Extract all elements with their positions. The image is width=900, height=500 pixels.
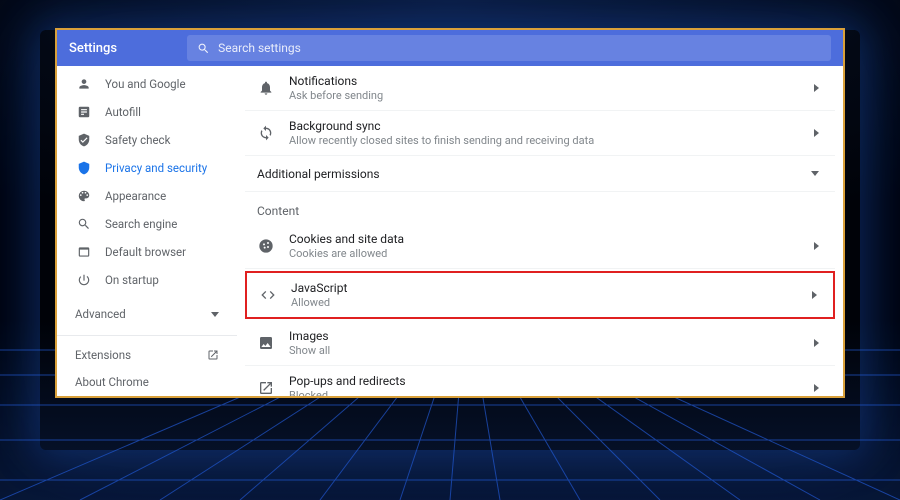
row-notifications[interactable]: Notifications Ask before sending xyxy=(245,66,835,111)
row-background-sync[interactable]: Background sync Allow recently closed si… xyxy=(245,111,835,156)
person-icon xyxy=(77,77,91,91)
browser-icon xyxy=(77,245,91,259)
external-link-icon xyxy=(207,349,219,361)
power-icon xyxy=(77,273,91,287)
chevron-right-icon xyxy=(812,291,817,299)
row-popups[interactable]: Pop-ups and redirects Blocked xyxy=(245,366,835,396)
chevron-right-icon xyxy=(814,384,819,392)
autofill-icon xyxy=(77,105,91,119)
code-icon xyxy=(259,286,277,304)
row-sub: Allowed xyxy=(291,296,798,309)
palette-icon xyxy=(77,189,91,203)
advanced-toggle[interactable]: Advanced xyxy=(57,300,237,329)
body: You and Google Autofill Safety check Pri… xyxy=(57,66,843,396)
row-text: Pop-ups and redirects Blocked xyxy=(289,374,800,396)
sidebar-item-label: Appearance xyxy=(105,189,166,203)
row-label: Background sync xyxy=(289,119,800,133)
main-content[interactable]: Notifications Ask before sending Backgro… xyxy=(237,66,843,396)
row-text: Additional permissions xyxy=(257,167,797,181)
extensions-label: Extensions xyxy=(75,348,131,362)
row-label: JavaScript xyxy=(291,281,798,295)
sidebar-item-appearance[interactable]: Appearance xyxy=(63,182,237,210)
sidebar-item-label: On startup xyxy=(105,273,159,287)
row-text: JavaScript Allowed xyxy=(291,281,798,309)
bell-icon xyxy=(257,79,275,97)
row-label: Images xyxy=(289,329,800,343)
content-section-header: Content xyxy=(245,192,835,224)
row-cookies[interactable]: Cookies and site data Cookies are allowe… xyxy=(245,224,835,269)
chevron-down-icon xyxy=(811,171,819,176)
row-label: Pop-ups and redirects xyxy=(289,374,800,388)
about-chrome-link[interactable]: About Chrome xyxy=(57,369,237,396)
titlebar: Settings xyxy=(57,30,843,66)
search-icon xyxy=(197,42,210,55)
row-text: Cookies and site data Cookies are allowe… xyxy=(289,232,800,260)
row-images[interactable]: Images Show all xyxy=(245,321,835,366)
sidebar-item-privacy-security[interactable]: Privacy and security xyxy=(63,154,237,182)
chevron-down-icon xyxy=(211,312,219,317)
chevron-right-icon xyxy=(814,129,819,137)
sidebar-item-label: Safety check xyxy=(105,133,170,147)
chevron-right-icon xyxy=(814,84,819,92)
sidebar-item-label: Search engine xyxy=(105,217,177,231)
settings-window: Settings You and Google Autofill Safety … xyxy=(55,28,845,398)
row-additional-permissions[interactable]: Additional permissions xyxy=(245,156,835,192)
cookie-icon xyxy=(257,237,275,255)
sidebar-item-label: Privacy and security xyxy=(105,161,207,175)
sync-icon xyxy=(257,124,275,142)
sidebar-item-label: You and Google xyxy=(105,77,186,91)
row-sub: Ask before sending xyxy=(289,89,800,102)
shield-icon xyxy=(77,161,91,175)
row-sub: Allow recently closed sites to finish se… xyxy=(289,134,800,147)
row-javascript[interactable]: JavaScript Allowed xyxy=(245,271,835,319)
row-sub: Show all xyxy=(289,344,800,357)
chevron-right-icon xyxy=(814,339,819,347)
search-field[interactable] xyxy=(187,35,831,61)
page-title: Settings xyxy=(69,41,117,56)
row-text: Images Show all xyxy=(289,329,800,357)
image-icon xyxy=(257,334,275,352)
sidebar: You and Google Autofill Safety check Pri… xyxy=(57,66,237,396)
extensions-link[interactable]: Extensions xyxy=(57,342,237,369)
search-input[interactable] xyxy=(218,41,821,55)
sidebar-item-safety-check[interactable]: Safety check xyxy=(63,126,237,154)
row-sub: Cookies are allowed xyxy=(289,247,800,260)
sidebar-item-on-startup[interactable]: On startup xyxy=(63,266,237,294)
sidebar-item-search-engine[interactable]: Search engine xyxy=(63,210,237,238)
sidebar-item-you-and-google[interactable]: You and Google xyxy=(63,70,237,98)
row-label: Additional permissions xyxy=(257,167,797,181)
row-label: Notifications xyxy=(289,74,800,88)
row-text: Background sync Allow recently closed si… xyxy=(289,119,800,147)
row-label: Cookies and site data xyxy=(289,232,800,246)
nav-list: You and Google Autofill Safety check Pri… xyxy=(57,70,237,294)
sidebar-item-label: Autofill xyxy=(105,105,141,119)
sidebar-item-autofill[interactable]: Autofill xyxy=(63,98,237,126)
search-engine-icon xyxy=(77,217,91,231)
sidebar-item-default-browser[interactable]: Default browser xyxy=(63,238,237,266)
chevron-right-icon xyxy=(814,242,819,250)
row-sub: Blocked xyxy=(289,389,800,396)
advanced-label: Advanced xyxy=(75,307,126,321)
row-text: Notifications Ask before sending xyxy=(289,74,800,102)
divider xyxy=(57,335,237,336)
sidebar-item-label: Default browser xyxy=(105,245,186,259)
safety-icon xyxy=(77,133,91,147)
about-label: About Chrome xyxy=(75,375,149,389)
popup-icon xyxy=(257,379,275,396)
